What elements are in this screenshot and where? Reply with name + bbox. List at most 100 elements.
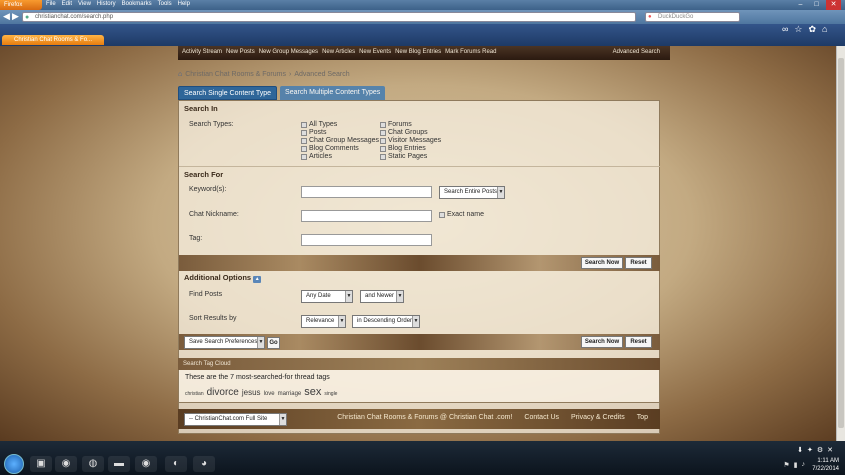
- menu-help[interactable]: Help: [178, 1, 190, 7]
- download-icon[interactable]: ⬇: [797, 446, 803, 454]
- tag-link[interactable]: sex: [304, 386, 321, 398]
- mask-icon[interactable]: ∞: [782, 24, 788, 35]
- tag-link[interactable]: marriage: [278, 391, 302, 397]
- search-now-button[interactable]: Search Now: [581, 336, 623, 348]
- menu-bar: File Edit View History Bookmarks Tools H…: [46, 1, 190, 7]
- url-bar[interactable]: ● christianchat.com/search.php: [22, 12, 636, 22]
- chevron-down-icon: ▼: [345, 291, 352, 302]
- checkbox-blog-entries[interactable]: Blog Entries: [380, 145, 426, 152]
- close-icon[interactable]: ✕: [827, 446, 833, 454]
- footer-link-home[interactable]: Christian Chat Rooms & Forums @ Christia…: [337, 414, 512, 421]
- nickname-input[interactable]: [301, 210, 432, 222]
- close-icon[interactable]: ✕: [826, 0, 841, 10]
- tag-link[interactable]: single: [324, 391, 337, 397]
- firefox-icon[interactable]: ◐: [165, 456, 187, 472]
- checkbox-all-types[interactable]: All Types: [301, 121, 337, 128]
- nav-new-events[interactable]: New Events: [359, 46, 391, 60]
- browser-tab[interactable]: Christian Chat Rooms & Fo...: [2, 35, 104, 45]
- menu-history[interactable]: History: [97, 1, 116, 7]
- chevron-down-icon: ▼: [497, 187, 504, 198]
- reset-button[interactable]: Reset: [625, 336, 652, 348]
- firefox-menu-button[interactable]: Firefox: [0, 0, 42, 10]
- tab-single-content[interactable]: Search Single Content Type: [178, 86, 278, 100]
- home-icon[interactable]: ⌂: [822, 24, 827, 35]
- maximize-icon[interactable]: □: [809, 0, 824, 10]
- checkbox-chat-group-messages[interactable]: Chat Group Messages: [301, 137, 379, 144]
- sort-select[interactable]: Relevance ▼: [301, 315, 346, 328]
- back-icon[interactable]: ◀: [3, 11, 10, 22]
- chevron-down-icon: ▼: [338, 316, 345, 327]
- nav-mark-forums-read[interactable]: Mark Forums Read: [445, 46, 496, 60]
- checkbox-chat-groups[interactable]: Chat Groups: [380, 129, 428, 136]
- checkbox-visitor-messages[interactable]: Visitor Messages: [380, 137, 441, 144]
- footer-link-contact[interactable]: Contact Us: [524, 414, 559, 421]
- search-now-button[interactable]: Search Now: [581, 257, 623, 269]
- tag-cloud-description: These are the 7 most-searched-for thread…: [185, 374, 330, 381]
- checkbox-static-pages[interactable]: Static Pages: [380, 153, 427, 160]
- tag-link[interactable]: divorce: [207, 387, 239, 398]
- checkbox-articles[interactable]: Articles: [301, 153, 332, 160]
- nav-advanced-search[interactable]: Advanced Search: [613, 46, 660, 58]
- date-select[interactable]: Any Date ▼: [301, 290, 353, 303]
- taskbar-app-icon[interactable]: ◉: [135, 456, 157, 472]
- keyword-scope-select[interactable]: Search Entire Posts ▼: [439, 186, 505, 199]
- network-icon[interactable]: ▮: [794, 461, 798, 469]
- search-engine-icon: ●: [648, 14, 652, 20]
- settings-icon[interactable]: ✿: [809, 24, 817, 35]
- nav-activity-stream[interactable]: Activity Stream: [182, 46, 222, 60]
- star-icon[interactable]: ☆: [794, 24, 802, 35]
- menu-edit[interactable]: Edit: [62, 1, 72, 7]
- tag-link[interactable]: jesus: [242, 388, 261, 397]
- tag-link[interactable]: christian: [185, 391, 204, 397]
- search-for-heading: Search For: [184, 170, 224, 179]
- checkbox-posts[interactable]: Posts: [301, 129, 327, 136]
- save-preferences-select[interactable]: Save Search Preferences ▼: [184, 336, 265, 349]
- footer-links: Christian Chat Rooms & Forums @ Christia…: [337, 414, 648, 421]
- breadcrumb-home[interactable]: Christian Chat Rooms & Forums: [185, 71, 286, 78]
- tag-cloud: These are the 7 most-searched-for thread…: [178, 370, 660, 403]
- nav-new-articles[interactable]: New Articles: [322, 46, 355, 60]
- clock[interactable]: 1:11 AM 7/22/2014: [812, 457, 839, 473]
- order-select[interactable]: in Descending Order ▼: [352, 315, 420, 328]
- settings-icon[interactable]: ⚙: [817, 446, 823, 454]
- menu-file[interactable]: File: [46, 1, 56, 7]
- forward-icon[interactable]: ▶: [12, 11, 19, 22]
- scrollbar-thumb[interactable]: [838, 58, 844, 428]
- keywords-input[interactable]: [301, 186, 432, 198]
- footer-link-privacy[interactable]: Privacy & Credits: [571, 414, 625, 421]
- site-select[interactable]: -- ChristianChat.com Full Site ▼: [184, 413, 287, 426]
- search-tabs: Search Single Content Type Search Multip…: [178, 86, 386, 100]
- checkbox-exact-name[interactable]: Exact name: [439, 211, 484, 218]
- menu-tools[interactable]: Tools: [158, 1, 172, 7]
- minimize-icon[interactable]: –: [793, 0, 808, 10]
- folder-icon[interactable]: ▬: [108, 456, 130, 472]
- date-direction-select[interactable]: and Newer ▼: [360, 290, 404, 303]
- tag-input[interactable]: [301, 234, 432, 246]
- footer-link-top[interactable]: Top: [637, 414, 648, 421]
- media-icon[interactable]: ▣: [30, 456, 52, 472]
- nav-new-group-messages[interactable]: New Group Messages: [259, 46, 318, 60]
- checkbox-forums[interactable]: Forums: [380, 121, 412, 128]
- nav-new-posts[interactable]: New Posts: [226, 46, 255, 60]
- chrome-icon[interactable]: ◕: [193, 456, 215, 472]
- breadcrumb: ⌂ Christian Chat Rooms & Forums › Advanc…: [178, 71, 350, 78]
- menu-view[interactable]: View: [78, 1, 91, 7]
- taskbar-app-icon[interactable]: ◉: [55, 456, 77, 472]
- go-button[interactable]: Go: [267, 337, 280, 349]
- breadcrumb-current: Advanced Search: [294, 71, 350, 78]
- start-button[interactable]: [4, 454, 24, 474]
- browser-search-input[interactable]: ● DuckDuckGo: [645, 12, 740, 22]
- menu-bookmarks[interactable]: Bookmarks: [122, 1, 152, 7]
- collapse-icon[interactable]: ▲: [253, 276, 262, 283]
- nav-new-blog-entries[interactable]: New Blog Entries: [395, 46, 441, 60]
- taskbar-app-icon[interactable]: ◍: [82, 456, 104, 472]
- star-icon[interactable]: ✦: [807, 446, 813, 454]
- volume-icon[interactable]: ♪: [802, 461, 806, 469]
- tag-link[interactable]: love: [264, 391, 275, 397]
- flag-icon[interactable]: ⚑: [783, 461, 789, 469]
- tab-multiple-content[interactable]: Search Multiple Content Types: [280, 86, 386, 100]
- chevron-down-icon: ▼: [257, 337, 264, 348]
- reset-button[interactable]: Reset: [625, 257, 652, 269]
- checkbox-blog-comments[interactable]: Blog Comments: [301, 145, 359, 152]
- home-icon[interactable]: ⌂: [178, 71, 182, 78]
